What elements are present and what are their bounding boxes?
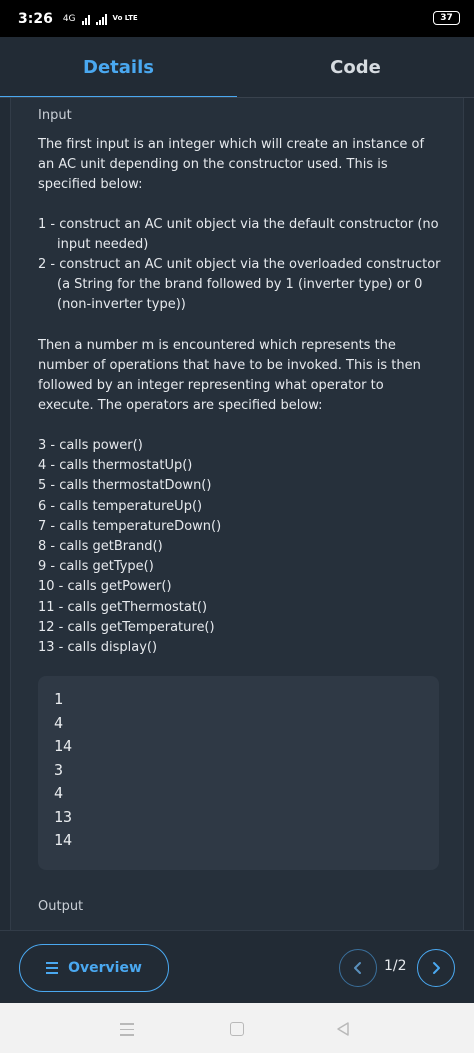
operator-item: 13 - calls display() [38,640,158,656]
tab-code[interactable]: Code [237,37,474,98]
constructor-item: 2 - construct an AC unit object via the … [38,257,441,312]
recent-apps-button[interactable] [120,1023,134,1036]
sample-input-line: 14 [54,737,73,755]
overview-button-label: Overview [68,960,142,976]
previous-page-button[interactable] [339,949,377,987]
next-page-button[interactable] [417,949,455,987]
operators-description: Then a number m is encountered which rep… [38,336,443,416]
battery-icon: 37 [433,11,460,25]
constructor-item: 1 - construct an AC unit object via the … [38,217,439,252]
output-section-label: Output [38,899,84,914]
operator-item: 10 - calls getPower() [38,579,172,595]
tab-bar: Details Code [0,37,474,98]
sample-input-line: 1 [54,690,64,708]
tab-details-label: Details [83,57,154,78]
battery-level: 37 [440,13,453,23]
operator-item: 11 - calls getThermostat() [38,599,208,615]
status-time: 3:26 [18,10,53,27]
bottom-nav-bar: Overview 1/2 [0,930,474,1003]
input-description: The first input is an integer which will… [38,135,443,195]
overview-button[interactable]: Overview [19,944,169,992]
network-type-label: 4G [62,13,76,24]
tab-details[interactable]: Details [0,37,237,98]
back-button[interactable] [336,1021,350,1041]
page-indicator: 1/2 [384,958,407,974]
sample-input-line: 4 [54,713,64,732]
volte-label: Vo LTE [112,14,138,22]
signal-icon [81,13,90,25]
sample-input-box: 1 4 14 3 4 13 14 [38,676,439,870]
input-intro-text: The first input is an integer which will… [38,137,425,192]
status-bar: 3:26 4G Vo LTE 37 [0,0,474,37]
status-icons: 4G Vo LTE [63,13,138,25]
back-triangle-icon [337,1022,349,1036]
operator-item: 7 - calls temperatureDown() [38,518,222,534]
sample-input-line: 13 [54,807,73,826]
operator-item: 4 - calls thermostatUp() [38,458,193,474]
sample-input-line: 3 [54,760,64,779]
operator-item: 12 - calls getTemperature() [38,619,215,635]
details-content[interactable]: Input The first input is an integer whic… [10,98,464,930]
chevron-left-icon [354,962,361,974]
operator-item: 3 - calls power() [38,438,143,453]
constructor-list: 1 - construct an AC unit object via the … [38,215,443,315]
sample-input-line: 14 [54,831,73,849]
signal-icon-2 [95,13,107,25]
tab-code-label: Code [330,57,381,78]
ops-intro-text: Then a number m is encountered which rep… [38,338,421,413]
operator-item: 5 - calls thermostatDown() [38,478,212,494]
operator-item: 9 - calls getType() [38,559,154,575]
hamburger-menu-icon [46,962,59,974]
home-button[interactable] [230,1022,244,1036]
operator-list: 3 - calls power() 4 - calls thermostatUp… [38,436,443,658]
input-section-label: Input [38,108,72,123]
operator-item: 8 - calls getBrand() [38,539,163,555]
sample-input-line: 4 [54,784,64,802]
operator-item: 6 - calls temperatureUp() [38,498,203,514]
chevron-right-icon [433,962,440,974]
system-navigation-bar [0,1003,474,1053]
